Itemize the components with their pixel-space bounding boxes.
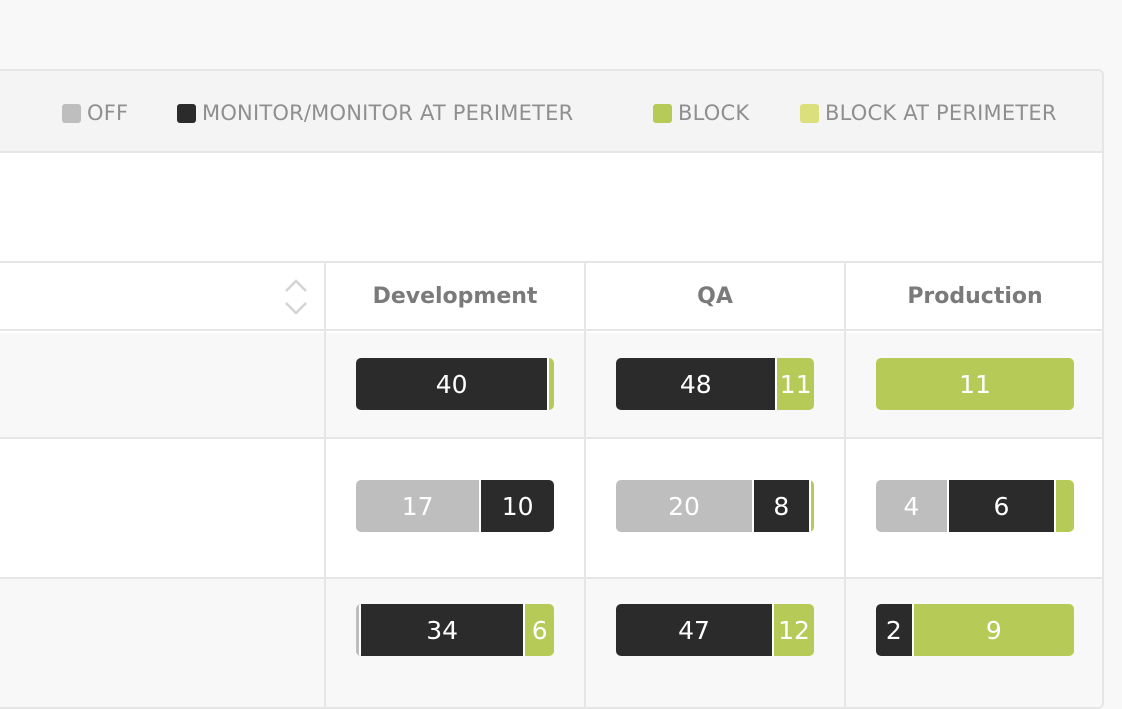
block-segment <box>547 358 554 410</box>
monitor-swatch-icon <box>177 103 196 123</box>
block-segment: 6 <box>523 604 554 656</box>
legend-block-label: BLOCK <box>678 101 750 125</box>
column-divider <box>324 263 326 707</box>
status-bar[interactable]: 20 8 <box>616 480 814 532</box>
sort-icon[interactable] <box>282 275 310 319</box>
status-bar[interactable]: 40 <box>356 358 554 410</box>
column-divider <box>844 263 846 707</box>
legend-monitor: MONITOR/MONITOR AT PERIMETER <box>177 101 573 125</box>
monitor-segment: 8 <box>752 480 809 532</box>
legend-block: BLOCK <box>653 101 749 125</box>
legend-off: OFF <box>62 101 128 125</box>
legend-monitor-label: MONITOR/MONITOR AT PERIMETER <box>202 101 574 125</box>
status-bar[interactable]: 29 <box>876 604 1074 656</box>
column-header-qa[interactable]: QA <box>586 263 844 329</box>
monitor-segment: 10 <box>479 480 554 532</box>
legend: OFF MONITOR/MONITOR AT PERIMETER BLOCK B… <box>0 71 1102 153</box>
column-divider <box>584 263 586 707</box>
toolbar-area <box>0 153 1102 263</box>
table-row: 34 6 47 12 29 <box>0 579 1102 707</box>
block-segment: 9 <box>911 604 1074 656</box>
column-header-production[interactable]: Production <box>846 263 1102 329</box>
monitor-segment: 34 <box>359 604 524 656</box>
monitor-segment: 2 <box>876 604 912 656</box>
legend-block-perimeter-label: BLOCK AT PERIMETER <box>825 101 1057 125</box>
status-bar[interactable]: 46 <box>876 480 1074 532</box>
table-header: Development QA Production <box>0 263 1102 331</box>
table-row: 17 10 20 8 46 <box>0 439 1102 579</box>
column-header-development[interactable]: Development <box>326 263 584 329</box>
block-swatch-icon <box>653 103 672 123</box>
block-segment: 11 <box>876 358 1074 410</box>
block-segment: 12 <box>772 604 814 656</box>
off-segment: 20 <box>616 480 753 532</box>
monitor-segment: 40 <box>356 358 548 410</box>
monitor-segment: 6 <box>946 480 1055 532</box>
monitor-segment: 48 <box>616 358 776 410</box>
legend-block-perimeter: BLOCK AT PERIMETER <box>800 101 1057 125</box>
block-perimeter-swatch-icon <box>800 103 819 123</box>
environment-status-panel: OFF MONITOR/MONITOR AT PERIMETER BLOCK B… <box>0 69 1104 709</box>
block-segment <box>1054 480 1074 532</box>
block-segment: 11 <box>775 358 814 410</box>
status-bar[interactable]: 34 6 <box>356 604 554 656</box>
table-row: 40 48 11 11 <box>0 333 1102 439</box>
status-bar[interactable]: 48 11 <box>616 358 814 410</box>
block-segment <box>808 480 814 532</box>
monitor-segment: 47 <box>616 604 773 656</box>
status-bar[interactable]: 11 <box>876 358 1074 410</box>
off-swatch-icon <box>62 103 81 123</box>
off-segment: 4 <box>876 480 947 532</box>
status-bar[interactable]: 47 12 <box>616 604 814 656</box>
off-segment: 17 <box>356 480 480 532</box>
legend-off-label: OFF <box>87 101 129 125</box>
status-bar[interactable]: 17 10 <box>356 480 554 532</box>
